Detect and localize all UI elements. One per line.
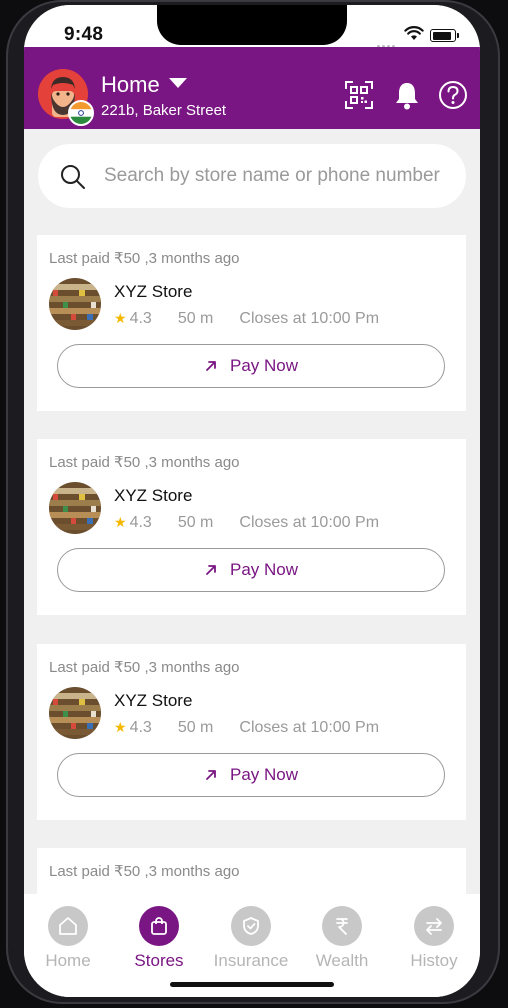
app-header: Home 221b, Baker Street bbox=[24, 47, 480, 129]
home-indicator bbox=[170, 982, 334, 987]
tab-label: Home bbox=[45, 951, 91, 970]
star-icon: ★ bbox=[114, 719, 127, 735]
store-thumbnail[interactable] bbox=[49, 687, 101, 739]
store-name[interactable]: XYZ Store bbox=[114, 486, 192, 506]
search-bar[interactable] bbox=[38, 144, 466, 208]
store-distance: 50 m bbox=[177, 719, 214, 736]
bell-icon[interactable] bbox=[394, 80, 420, 110]
star-icon: ★ bbox=[114, 514, 127, 530]
pay-now-button[interactable]: Pay Now bbox=[57, 753, 445, 797]
store-distance: 50 m bbox=[177, 310, 214, 327]
arrow-up-right-icon bbox=[206, 361, 216, 371]
store-meta: ★ 4.3 50 m Closes at 10:00 Pm bbox=[114, 719, 379, 737]
india-flag-icon bbox=[68, 100, 94, 126]
store-rating: 4.3 bbox=[129, 514, 152, 531]
store-distance: 50 m bbox=[177, 514, 214, 531]
pay-now-label: Pay Now bbox=[229, 560, 299, 579]
signal-icon bbox=[377, 35, 399, 48]
pay-now-button[interactable]: Pay Now bbox=[57, 344, 445, 388]
rupee-icon bbox=[322, 906, 362, 946]
store-closing-time: Closes at 10:00 Pm bbox=[239, 719, 380, 736]
tab-label: Stores bbox=[134, 951, 184, 970]
battery-icon bbox=[430, 29, 459, 42]
store-thumbnail[interactable] bbox=[49, 482, 101, 534]
phone-frame: 9:48 Home 221b, Baker Street Search by s… bbox=[6, 0, 500, 1004]
tab-stores[interactable]: Stores bbox=[119, 906, 199, 971]
tab-history[interactable]: Histoy bbox=[394, 906, 474, 971]
shield-icon bbox=[231, 906, 271, 946]
shopping-bag-icon bbox=[139, 906, 179, 946]
wifi-icon bbox=[404, 26, 424, 40]
last-paid-text: Last paid ₹50 ,3 months ago bbox=[49, 454, 240, 471]
home-icon bbox=[48, 906, 88, 946]
help-icon[interactable] bbox=[438, 80, 468, 110]
last-paid-text: Last paid ₹50 ,3 months ago bbox=[49, 863, 240, 880]
transfer-arrows-icon bbox=[414, 906, 454, 946]
tab-wealth[interactable]: Wealth bbox=[302, 906, 382, 971]
store-name[interactable]: XYZ Store bbox=[114, 691, 192, 711]
store-closing-time: Closes at 10:00 Pm bbox=[239, 514, 380, 531]
store-rating: 4.3 bbox=[129, 310, 152, 327]
store-card: Last paid ₹50 ,3 months ago XYZ Store ★ 4… bbox=[37, 644, 466, 820]
tab-label: Insurance bbox=[213, 951, 289, 970]
qr-scan-icon[interactable] bbox=[344, 80, 374, 110]
search-icon bbox=[61, 165, 85, 189]
tab-insurance[interactable]: Insurance bbox=[211, 906, 291, 971]
store-closing-time: Closes at 10:00 Pm bbox=[239, 310, 380, 327]
pay-now-label: Pay Now bbox=[229, 765, 299, 784]
last-paid-text: Last paid ₹50 ,3 months ago bbox=[49, 250, 240, 267]
store-meta: ★ 4.3 50 m Closes at 10:00 Pm bbox=[114, 514, 379, 532]
status-bar: 9:48 bbox=[24, 5, 480, 48]
app-screen: 9:48 Home 221b, Baker Street Search by s… bbox=[24, 5, 480, 997]
tab-home[interactable]: Home bbox=[28, 906, 108, 971]
pay-now-label: Pay Now bbox=[229, 356, 299, 375]
status-time: 9:48 bbox=[64, 24, 104, 45]
pay-now-button[interactable]: Pay Now bbox=[57, 548, 445, 592]
location-address: 221b, Baker Street bbox=[101, 102, 227, 119]
arrow-up-right-icon bbox=[206, 565, 216, 575]
search-input[interactable] bbox=[104, 163, 454, 189]
chevron-down-icon[interactable] bbox=[169, 78, 187, 88]
store-meta: ★ 4.3 50 m Closes at 10:00 Pm bbox=[114, 310, 379, 328]
tab-label: Histoy bbox=[410, 951, 458, 970]
arrow-up-right-icon bbox=[206, 770, 216, 780]
tab-label: Wealth bbox=[315, 951, 369, 970]
notch bbox=[157, 5, 347, 45]
star-icon: ★ bbox=[114, 310, 127, 326]
store-rating: 4.3 bbox=[129, 719, 152, 736]
store-name[interactable]: XYZ Store bbox=[114, 282, 192, 302]
store-card: Last paid ₹50 ,3 months ago XYZ Store ★ 4… bbox=[37, 439, 466, 615]
store-card: Last paid ₹50 ,3 months ago XYZ Store ★ 4… bbox=[37, 235, 466, 411]
last-paid-text: Last paid ₹50 ,3 months ago bbox=[49, 659, 240, 676]
location-title[interactable]: Home bbox=[101, 72, 160, 98]
store-thumbnail[interactable] bbox=[49, 278, 101, 330]
